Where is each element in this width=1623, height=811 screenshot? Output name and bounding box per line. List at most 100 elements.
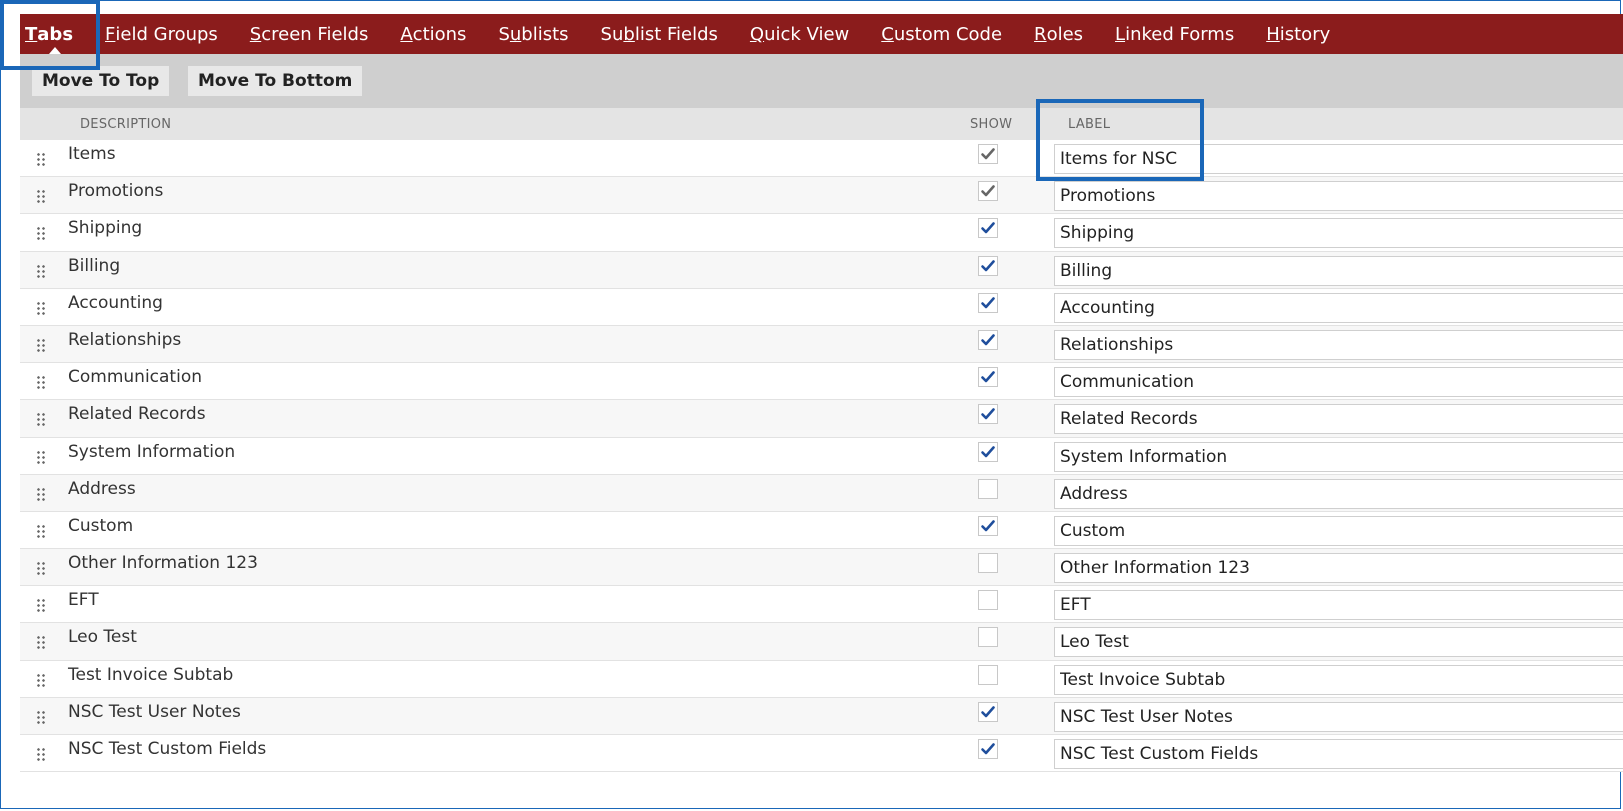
tab-label-prefix: Su [600, 23, 624, 45]
show-checkbox[interactable] [978, 181, 998, 202]
drag-handle-icon[interactable] [36, 337, 46, 352]
table-row[interactable]: Billing [20, 251, 1623, 289]
checkmark-icon [981, 185, 995, 197]
drag-handle-icon[interactable] [36, 449, 46, 464]
show-checkbox[interactable] [978, 292, 998, 313]
table-row[interactable]: Address [20, 474, 1623, 512]
show-checkbox[interactable] [978, 218, 998, 239]
table-row[interactable]: Promotions [20, 177, 1623, 215]
drag-handle-icon[interactable] [36, 412, 46, 427]
checkmark-icon [981, 706, 995, 718]
drag-handle-icon[interactable] [36, 561, 46, 576]
table-row[interactable]: Accounting [20, 288, 1623, 326]
move-to-bottom-button[interactable]: Move To Bottom [188, 66, 363, 96]
checkmark-icon [981, 296, 995, 309]
table-row[interactable]: Items [20, 140, 1623, 178]
label-input[interactable] [1054, 478, 1623, 509]
tab-quick-view[interactable]: Quick View [734, 14, 865, 54]
label-input[interactable] [1054, 664, 1623, 695]
drag-handle-icon[interactable] [36, 486, 46, 501]
drag-handle-icon[interactable] [36, 523, 46, 538]
tab-sublist-fields[interactable]: Su b list Fields [585, 14, 734, 54]
drag-handle-icon[interactable] [36, 375, 46, 390]
label-input[interactable] [1054, 515, 1623, 546]
drag-handle-icon[interactable] [36, 263, 46, 278]
row-description: Items [68, 144, 116, 164]
show-checkbox[interactable] [978, 441, 998, 462]
tab-sublists[interactable]: Su blists [482, 14, 584, 54]
show-checkbox[interactable] [978, 590, 998, 611]
show-checkbox[interactable] [978, 144, 998, 164]
tab-screen-fields[interactable]: Screen Fields [234, 14, 385, 54]
column-header-show: SHOW [970, 117, 1013, 132]
drag-handle-icon[interactable] [36, 152, 46, 166]
checkmark-icon [981, 334, 995, 346]
tab-roles[interactable]: Roles [1018, 14, 1099, 54]
label-input[interactable] [1054, 404, 1623, 435]
tab-history[interactable]: History [1250, 14, 1346, 54]
table-row[interactable]: EFT [20, 586, 1623, 624]
drag-handle-icon[interactable] [36, 672, 46, 687]
label-input[interactable] [1054, 255, 1623, 286]
drag-handle-icon[interactable] [36, 226, 46, 241]
table-row[interactable]: Communication [20, 363, 1623, 401]
tab-custom-code[interactable]: Custom Code [865, 14, 1018, 54]
label-input[interactable] [1054, 441, 1623, 472]
tab-actions[interactable]: Actions [384, 14, 482, 54]
show-checkbox[interactable] [978, 515, 998, 536]
checkmark-icon [981, 148, 995, 160]
label-input[interactable] [1054, 701, 1623, 732]
tab-access-key: C [881, 23, 894, 45]
label-input[interactable] [1054, 590, 1623, 621]
tab-tabs[interactable]: Tabs [20, 14, 89, 54]
table-row[interactable]: Leo Test [20, 623, 1623, 661]
show-checkbox[interactable] [978, 478, 998, 499]
show-checkbox[interactable] [978, 627, 998, 648]
tab-linked-forms[interactable]: Linked Forms [1099, 14, 1250, 54]
drag-handle-icon[interactable] [36, 747, 46, 761]
show-checkbox[interactable] [978, 553, 998, 574]
drag-handle-icon[interactable] [36, 300, 46, 315]
table-row[interactable]: Relationships [20, 325, 1623, 364]
table-row[interactable]: Test Invoice Subtab [20, 660, 1623, 698]
show-checkbox[interactable] [978, 664, 998, 685]
label-input[interactable] [1054, 218, 1623, 249]
table-row[interactable]: Shipping [20, 214, 1623, 252]
column-header-description: DESCRIPTION [80, 117, 172, 132]
table-row[interactable]: Related Records [20, 400, 1623, 438]
table-row[interactable]: System Information [20, 437, 1623, 475]
show-checkbox[interactable] [978, 329, 998, 350]
show-checkbox[interactable] [978, 701, 998, 722]
tab-label-prefix: S [498, 23, 510, 45]
table-row[interactable]: NSC Test User Notes [20, 697, 1623, 735]
table-row[interactable]: Other Information 123 [20, 549, 1623, 587]
label-input[interactable] [1054, 739, 1623, 769]
row-description: NSC Test User Notes [68, 701, 241, 722]
row-description: Test Invoice Subtab [68, 664, 234, 685]
tab-label-rest: ield Groups [115, 23, 218, 45]
tab-label-rest: abs [37, 23, 74, 45]
show-checkbox[interactable] [978, 367, 998, 388]
move-to-top-button[interactable]: Move To Top [32, 66, 170, 96]
label-input[interactable] [1054, 627, 1623, 658]
label-input[interactable] [1054, 144, 1623, 174]
show-checkbox[interactable] [978, 255, 998, 276]
label-input[interactable] [1054, 367, 1623, 398]
table-row[interactable]: Custom [20, 511, 1623, 550]
drag-handle-icon[interactable] [36, 189, 46, 204]
show-checkbox[interactable] [978, 739, 998, 759]
drag-handle-icon[interactable] [36, 598, 46, 613]
drag-handle-icon[interactable] [36, 635, 46, 650]
label-input[interactable] [1054, 292, 1623, 323]
column-header-label: LABEL [1068, 117, 1111, 132]
label-input[interactable] [1054, 329, 1623, 360]
label-input[interactable] [1054, 553, 1623, 584]
tab-field-groups[interactable]: Field Groups [89, 14, 234, 54]
table-row[interactable]: NSC Test Custom Fields [20, 735, 1623, 773]
tab-label-rest: creen Fields [261, 23, 369, 45]
label-input[interactable] [1054, 181, 1623, 212]
tab-access-key: A [400, 23, 413, 45]
show-checkbox[interactable] [978, 404, 998, 425]
tab-access-key: u [509, 23, 522, 45]
drag-handle-icon[interactable] [36, 709, 46, 724]
